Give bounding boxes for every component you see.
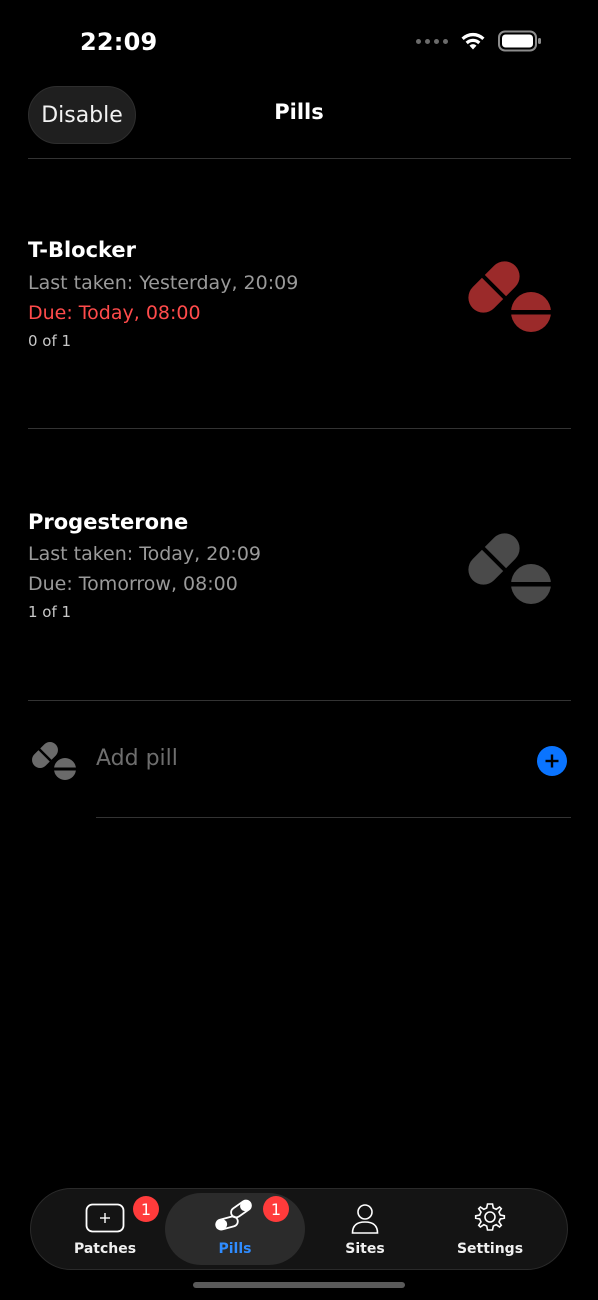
row-divider	[28, 700, 571, 701]
page-title: Pills	[274, 100, 324, 124]
status-time: 22:09	[80, 28, 158, 56]
tab-label: Patches	[73, 1241, 137, 1257]
wifi-icon	[461, 32, 485, 50]
tab-settings[interactable]: Settings	[425, 1189, 555, 1269]
tab-label: Pills	[218, 1241, 252, 1257]
person-icon	[351, 1204, 379, 1234]
pill-icon[interactable]	[458, 254, 558, 334]
pill-count: 0 of 1	[28, 332, 72, 350]
tab-bar: Patches 1 Pills 1 Sites Settings	[30, 1188, 568, 1270]
add-pill-button[interactable]	[537, 746, 567, 776]
pill-icon[interactable]	[458, 526, 558, 606]
tab-patches[interactable]: Patches 1	[45, 1189, 165, 1269]
nav-divider	[28, 158, 571, 159]
pill-name: Progesterone	[28, 510, 189, 534]
cellular-signal-icon	[416, 38, 448, 44]
tab-label: Settings	[456, 1241, 524, 1257]
badge-count: 1	[263, 1196, 289, 1222]
gear-icon	[474, 1203, 506, 1231]
pill-count: 1 of 1	[28, 603, 72, 621]
pill-row-progesterone[interactable]: Progesterone Last taken: Today, 20:09 Du…	[0, 430, 598, 700]
badge-count: 1	[133, 1196, 159, 1222]
row-divider	[28, 428, 571, 429]
status-icons	[416, 30, 542, 52]
pill-due: Due: Tomorrow, 08:00	[28, 573, 238, 595]
battery-icon	[498, 30, 541, 52]
patch-icon	[85, 1203, 125, 1233]
pill-last-taken: Last taken: Yesterday, 20:09	[28, 272, 299, 294]
pill-last-taken: Last taken: Today, 20:09	[28, 543, 261, 565]
add-pill-label[interactable]: Add pill	[96, 746, 178, 771]
pill-name: T-Blocker	[28, 238, 137, 262]
tab-label: Sites	[345, 1241, 385, 1257]
add-pill-icon	[32, 742, 78, 780]
pill-row-t-blocker[interactable]: T-Blocker Last taken: Yesterday, 20:09 D…	[0, 160, 598, 428]
add-pill-divider	[96, 817, 571, 818]
pills-icon	[215, 1199, 252, 1231]
tab-sites[interactable]: Sites	[305, 1189, 425, 1269]
home-indicator	[193, 1282, 405, 1288]
plus-icon	[545, 754, 559, 768]
tab-pills[interactable]: Pills 1	[165, 1189, 305, 1269]
pill-due: Due: Today, 08:00	[28, 302, 201, 324]
